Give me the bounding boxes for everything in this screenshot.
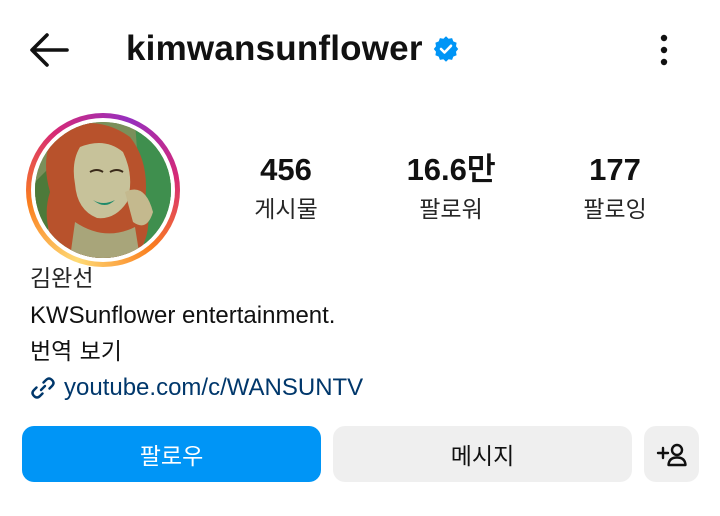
stat-posts[interactable]: 456 게시물 [216,150,356,228]
translate-link[interactable]: 번역 보기 [30,334,690,370]
display-name: 김완선 [30,266,94,292]
suggested-accounts-button[interactable] [644,426,699,482]
stat-followers[interactable]: 16.6만 팔로워 [381,150,521,228]
following-count: 177 [589,152,641,187]
profile-bio: 김완선 KWSunflower entertainment. 번역 보기 you… [30,262,690,406]
following-label: 팔로잉 [583,197,647,223]
verified-badge-icon [433,36,459,62]
external-link[interactable]: youtube.com/c/WANSUNTV [30,370,690,406]
username-block: kimwansunflower [126,26,459,72]
arrow-left-icon [30,33,69,67]
avatar [35,122,171,258]
avatar-frame [31,118,175,262]
followers-label: 팔로워 [419,197,483,223]
add-person-icon [656,443,687,467]
follow-button[interactable]: 팔로우 [22,426,321,482]
profile-header: kimwansunflower [0,0,720,96]
posts-label: 게시물 [254,197,318,223]
back-button[interactable] [26,28,72,72]
bio-description: KWSunflower entertainment. [30,302,336,329]
external-link-text: youtube.com/c/WANSUNTV [64,374,364,401]
more-options-button[interactable] [646,28,682,72]
followers-count: 16.6만 [406,152,496,187]
stat-following[interactable]: 177 팔로잉 [545,150,685,228]
username: kimwansunflower [126,29,423,68]
link-icon [31,377,55,399]
more-vertical-icon [660,34,668,66]
message-button[interactable]: 메시지 [333,426,632,482]
avatar-story-ring[interactable] [26,113,180,267]
posts-count: 456 [260,152,312,187]
